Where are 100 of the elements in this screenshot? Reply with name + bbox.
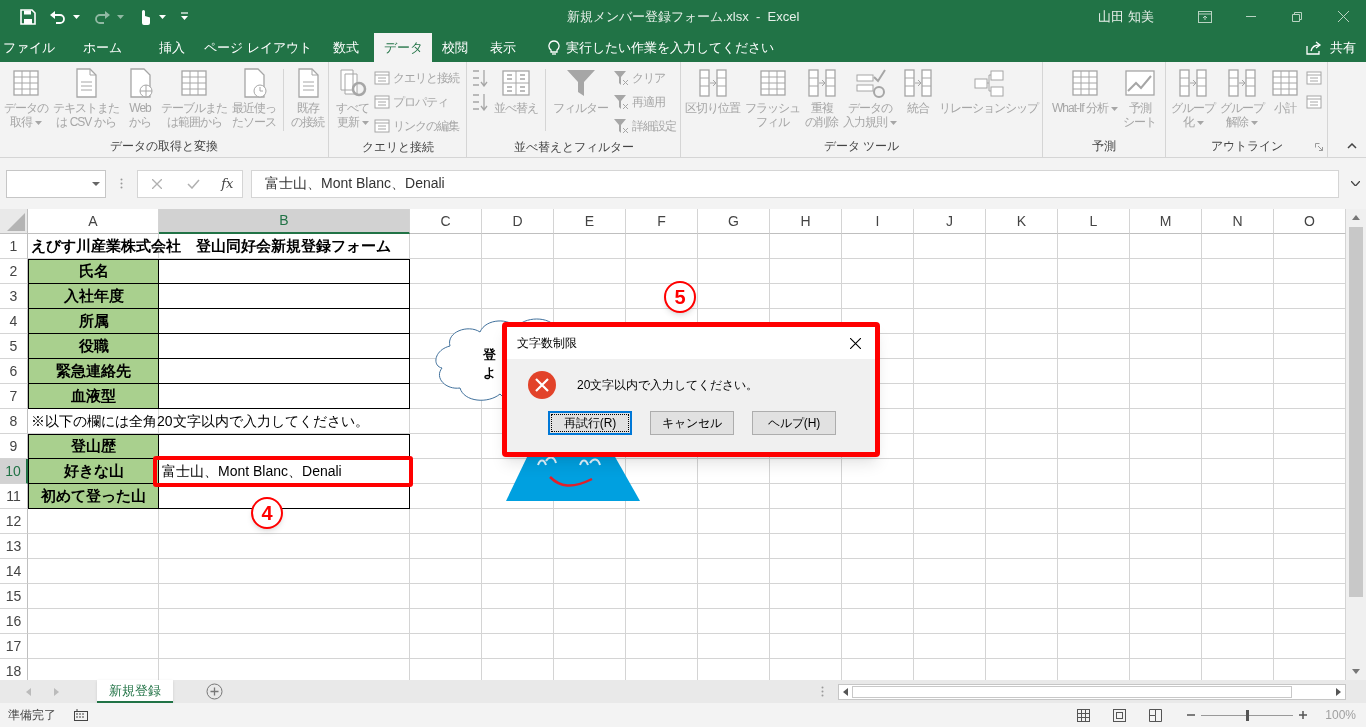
- ribbon-tab[interactable]: ホーム: [58, 33, 146, 62]
- column-header[interactable]: B: [159, 209, 410, 234]
- funnel-icon: [564, 67, 597, 99]
- form-input-cell[interactable]: [159, 359, 410, 384]
- group-label: アウトライン: [1210, 138, 1283, 155]
- row-header[interactable]: 8: [0, 409, 28, 434]
- share-button[interactable]: 共有: [1306, 33, 1356, 62]
- validation-icon: [854, 67, 886, 99]
- row-header[interactable]: 3: [0, 284, 28, 309]
- column-header[interactable]: A: [28, 209, 159, 234]
- column-header[interactable]: F: [626, 209, 698, 234]
- minimize-icon: [1246, 16, 1256, 17]
- row-header[interactable]: 17: [0, 634, 28, 659]
- form-label-cell: 氏名: [28, 259, 159, 284]
- zoom-slider[interactable]: [1201, 709, 1294, 721]
- dialog-button[interactable]: キャンセル: [650, 411, 734, 435]
- status-text: 準備完了: [8, 707, 56, 724]
- row-header[interactable]: 6: [0, 359, 28, 384]
- row-header[interactable]: 16: [0, 609, 28, 634]
- macro-record-icon: [74, 709, 88, 721]
- redo-icon: [94, 9, 110, 24]
- dialog-button[interactable]: ヘルプ(H): [752, 411, 836, 435]
- column-header[interactable]: E: [554, 209, 626, 234]
- caret-icon: [73, 14, 80, 19]
- share-icon: [1306, 40, 1322, 55]
- column-header[interactable]: J: [914, 209, 986, 234]
- group-label: データの取得と変換: [110, 138, 218, 155]
- row-header[interactable]: 14: [0, 559, 28, 584]
- formula-input[interactable]: 富士山、Mont Blanc、Denali: [251, 169, 1339, 198]
- tell-me-button[interactable]: 実行したい作業を入力してください: [548, 33, 774, 62]
- row-header[interactable]: 12: [0, 509, 28, 534]
- drag-handle-icon: [120, 178, 123, 189]
- scroll-left-icon: [843, 688, 848, 696]
- page-break-icon: [1148, 708, 1162, 722]
- scrollbar-thumb[interactable]: [1349, 227, 1363, 597]
- clear-filter-icon: [613, 69, 629, 86]
- dialog-button[interactable]: 再試行(R): [548, 411, 632, 435]
- ribbon-tab[interactable]: 表示: [478, 33, 528, 62]
- column-header[interactable]: L: [1058, 209, 1130, 234]
- ribbon-tab[interactable]: 数式: [318, 33, 374, 62]
- column-header[interactable]: G: [698, 209, 770, 234]
- expand-formula-bar-icon: [1351, 181, 1360, 186]
- column-header[interactable]: I: [842, 209, 914, 234]
- ribbon-tab[interactable]: ページ レイアウト: [198, 33, 318, 62]
- error-icon: [527, 370, 557, 400]
- ribbon-tab[interactable]: データ: [374, 33, 432, 62]
- row-header[interactable]: 5: [0, 334, 28, 359]
- column-header[interactable]: M: [1130, 209, 1202, 234]
- ribbon-display-icon: [1198, 10, 1212, 23]
- bubble-text: 登: [483, 346, 496, 364]
- row-header[interactable]: 15: [0, 584, 28, 609]
- close-button[interactable]: [847, 335, 863, 351]
- form-input-cell[interactable]: [159, 334, 410, 359]
- row-header[interactable]: 9: [0, 434, 28, 459]
- sheet-tab[interactable]: 新規登録: [97, 680, 173, 703]
- dialog-launcher-icon: [1315, 143, 1323, 151]
- sort-ascending-icon: [471, 68, 489, 87]
- lightbulb-icon: [548, 39, 560, 56]
- list-icon: [374, 93, 390, 110]
- caret-icon: [361, 120, 369, 125]
- ribbon-tab[interactable]: ファイル: [0, 33, 58, 62]
- group-label: クエリと接続: [361, 138, 434, 156]
- ribbon-tab[interactable]: 校閲: [432, 33, 478, 62]
- column-header[interactable]: D: [482, 209, 554, 234]
- save-icon: [20, 8, 36, 25]
- column-header[interactable]: N: [1202, 209, 1274, 234]
- scrollbar-thumb[interactable]: [852, 686, 1292, 698]
- advanced-filter-icon: [613, 117, 629, 134]
- undo-icon: [50, 9, 66, 24]
- form-input-cell[interactable]: [159, 259, 410, 284]
- bubble-text: よ: [483, 364, 496, 382]
- form-input-cell[interactable]: [159, 284, 410, 309]
- dialog-title: 文字数制限: [517, 335, 577, 352]
- form-label-cell: 血液型: [28, 384, 159, 409]
- caret-icon: [1196, 120, 1204, 125]
- row-header[interactable]: 1: [0, 234, 28, 259]
- page-layout-icon: [1112, 708, 1126, 722]
- form-input-cell[interactable]: [159, 309, 410, 334]
- row-header[interactable]: 10: [0, 459, 28, 484]
- row-header[interactable]: 7: [0, 384, 28, 409]
- vertical-scrollbar[interactable]: [1346, 209, 1366, 680]
- row-header[interactable]: 13: [0, 534, 28, 559]
- caret-icon: [159, 14, 166, 19]
- dialog-message: 20文字以内で入力してください。: [577, 377, 759, 394]
- form-label-cell: 役職: [28, 334, 159, 359]
- ribbon-tab[interactable]: 挿入: [146, 33, 198, 62]
- caret-icon: [117, 14, 124, 19]
- column-header[interactable]: O: [1274, 209, 1346, 234]
- slider-thumb[interactable]: [1246, 709, 1250, 721]
- form-input-cell[interactable]: [159, 384, 410, 409]
- row-header[interactable]: 2: [0, 259, 28, 284]
- split-columns-icon: [696, 67, 729, 99]
- insert-function-button[interactable]: fx: [221, 173, 234, 194]
- column-header[interactable]: H: [770, 209, 842, 234]
- form-label-cell: 好きな山: [28, 459, 159, 484]
- column-header[interactable]: C: [410, 209, 482, 234]
- row-header[interactable]: 11: [0, 484, 28, 509]
- column-header[interactable]: K: [986, 209, 1058, 234]
- horizontal-scrollbar[interactable]: [838, 684, 1346, 700]
- row-header[interactable]: 4: [0, 309, 28, 334]
